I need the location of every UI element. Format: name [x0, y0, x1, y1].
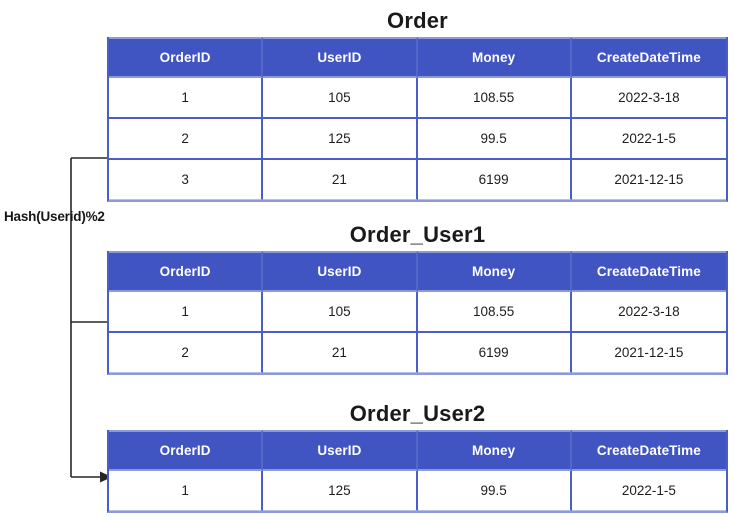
cell-userid: 21 [263, 160, 418, 200]
hash-rule-label: Hash(Userid)%2 [4, 209, 105, 224]
table-header-row: OrderID UserID Money CreateDateTime [109, 430, 726, 471]
column-header-orderid: OrderID [109, 37, 264, 78]
cell-orderid: 2 [109, 119, 264, 160]
cell-orderid: 3 [109, 160, 264, 200]
table-row: 2 125 99.5 2022-1-5 [109, 119, 726, 160]
column-header-userid: UserID [263, 37, 418, 78]
table-row: 1 105 108.55 2022-3-18 [109, 78, 726, 119]
table-row: 1 125 99.5 2022-1-5 [109, 471, 726, 511]
table-order-user1: OrderID UserID Money CreateDateTime 1 10… [107, 251, 728, 375]
column-header-createdatetime: CreateDateTime [571, 251, 726, 292]
cell-money: 6199 [417, 333, 572, 373]
cell-createdatetime: 2021-12-15 [571, 160, 726, 200]
table-order-user2: OrderID UserID Money CreateDateTime 1 12… [107, 430, 728, 513]
table-order: OrderID UserID Money CreateDateTime 1 10… [107, 37, 728, 202]
cell-createdatetime: 2022-3-18 [571, 78, 726, 119]
cell-userid: 21 [263, 333, 418, 373]
column-header-createdatetime: CreateDateTime [571, 37, 726, 78]
cell-orderid: 1 [109, 78, 264, 119]
table-title-order-user1: Order_User1 [349, 222, 486, 247]
column-header-orderid: OrderID [109, 251, 264, 292]
cell-createdatetime: 2022-1-5 [571, 471, 726, 511]
cell-orderid: 1 [109, 471, 264, 511]
column-header-createdatetime: CreateDateTime [571, 430, 726, 471]
table-block-order-user2: Order_User2 OrderID UserID Money CreateD… [107, 401, 728, 513]
cell-createdatetime: 2022-3-18 [571, 292, 726, 333]
table-header-row: OrderID UserID Money CreateDateTime [109, 37, 726, 78]
cell-userid: 125 [263, 471, 418, 511]
table-block-order: Order OrderID UserID Money CreateDateTim… [107, 8, 728, 202]
table-row: 1 105 108.55 2022-3-18 [109, 292, 726, 333]
cell-userid: 105 [263, 292, 418, 333]
cell-createdatetime: 2022-1-5 [571, 119, 726, 160]
cell-money: 108.55 [417, 292, 572, 333]
column-header-userid: UserID [263, 251, 418, 292]
column-header-money: Money [417, 251, 572, 292]
cell-orderid: 2 [109, 333, 264, 373]
cell-userid: 125 [263, 119, 418, 160]
column-header-money: Money [417, 430, 572, 471]
table-row: 2 21 6199 2021-12-15 [109, 333, 726, 373]
cell-money: 99.5 [417, 471, 572, 511]
table-row: 3 21 6199 2021-12-15 [109, 160, 726, 200]
table-title-order-user2: Order_User2 [349, 401, 486, 426]
table-block-order-user1: Order_User1 OrderID UserID Money CreateD… [107, 222, 728, 375]
cell-userid: 105 [263, 78, 418, 119]
table-title-order: Order [387, 8, 448, 33]
cell-money: 6199 [417, 160, 572, 200]
sharding-diagram: Hash(Userid)%2 Order OrderID UserID Mone… [0, 0, 734, 520]
cell-createdatetime: 2021-12-15 [571, 333, 726, 373]
cell-money: 99.5 [417, 119, 572, 160]
table-header-row: OrderID UserID Money CreateDateTime [109, 251, 726, 292]
column-header-orderid: OrderID [109, 430, 264, 471]
cell-orderid: 1 [109, 292, 264, 333]
column-header-money: Money [417, 37, 572, 78]
cell-money: 108.55 [417, 78, 572, 119]
column-header-userid: UserID [263, 430, 418, 471]
